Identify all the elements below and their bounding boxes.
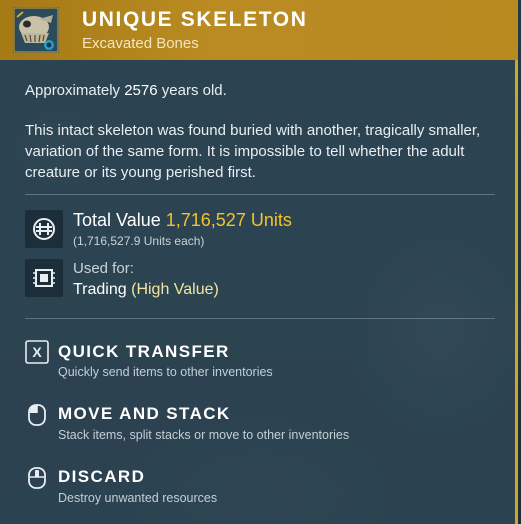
move-and-stack-action[interactable]: MOVE AND STACK xyxy=(58,404,231,424)
used-for-highlight: (High Value) xyxy=(131,281,219,298)
used-for-type: Trading xyxy=(73,281,127,298)
tooltip-header: UNIQUE SKELETON Excavated Bones xyxy=(0,0,518,60)
used-for-value: Trading (High Value) xyxy=(73,281,219,299)
item-subtitle: Excavated Bones xyxy=(82,35,199,52)
age-years: 2576 xyxy=(124,82,158,99)
discard-description: Destroy unwanted resources xyxy=(58,491,218,505)
total-value-amount: 1,716,527 Units xyxy=(165,210,292,230)
used-for-label: Used for: xyxy=(73,260,134,277)
age-suffix: years old. xyxy=(161,82,227,99)
item-title: UNIQUE SKELETON xyxy=(82,8,308,31)
move-and-stack-description: Stack items, split stacks or move to oth… xyxy=(58,428,350,442)
item-age: Approximately 2576 years old. xyxy=(25,80,227,101)
divider xyxy=(25,318,495,319)
mouse-middle-click-icon[interactable] xyxy=(25,466,49,490)
quick-transfer-action[interactable]: QUICK TRANSFER xyxy=(58,342,230,362)
quick-transfer-description: Quickly send items to other inventories xyxy=(58,365,273,379)
total-value-label: Total Value xyxy=(73,210,161,230)
unit-each-value: (1,716,527.9 Units each) xyxy=(73,234,205,248)
total-value: Total Value 1,716,527 Units xyxy=(73,210,292,231)
units-currency-icon xyxy=(25,210,63,248)
trade-chip-icon xyxy=(25,259,63,297)
x-key-label: X xyxy=(32,344,42,360)
item-description: This intact skeleton was found buried wi… xyxy=(25,122,481,181)
mouse-left-click-icon[interactable] xyxy=(25,403,49,427)
x-key-icon[interactable]: X xyxy=(25,340,49,364)
discard-action[interactable]: DISCARD xyxy=(58,467,145,487)
age-prefix: Approximately xyxy=(25,82,121,99)
item-tooltip: UNIQUE SKELETON Excavated Bones Approxim… xyxy=(0,0,518,524)
skull-fossil-icon xyxy=(13,7,59,53)
divider xyxy=(25,194,495,195)
